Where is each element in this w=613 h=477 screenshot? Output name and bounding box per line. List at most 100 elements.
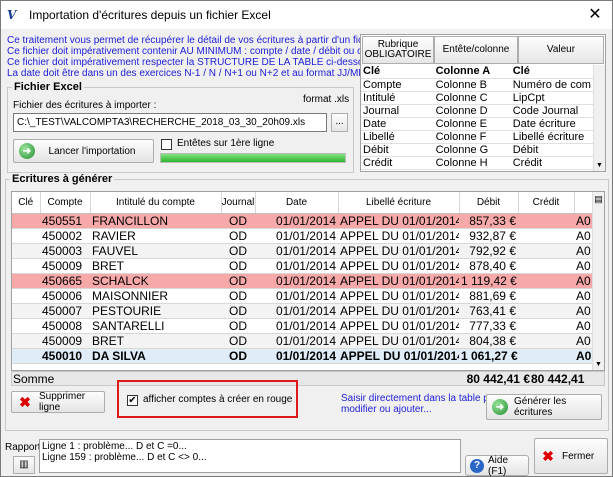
grid-cell-debit[interactable]: 763,41 € <box>459 303 518 319</box>
grid-cell-extra[interactable]: A0 <box>574 288 594 304</box>
table-row[interactable]: 450006 MAISONNIER OD 01/01/2014 APPEL DU 01/… <box>12 288 594 304</box>
grid-cell-intitule[interactable]: PESTOURIE <box>90 303 221 319</box>
show-red-accounts-checkbox[interactable]: ✔ <box>127 395 138 406</box>
grid-cell-cle[interactable] <box>12 333 40 349</box>
table-row[interactable]: 450007 PESTOURIE OD 01/01/2014 APPEL DU 01/0… <box>12 303 594 319</box>
grid-cell-libelle[interactable]: APPEL DU 01/01/2014 - F <box>338 333 459 349</box>
table-row[interactable]: 450551 FRANCILLON OD 01/01/2014 APPEL DU 01/… <box>12 213 594 229</box>
table-row[interactable]: 450009 BRET OD 01/01/2014 APPEL DU 01/01/201… <box>12 333 594 349</box>
grid-cell-extra[interactable]: A0 <box>574 273 594 289</box>
grid-column-header[interactable]: Journal <box>221 192 256 214</box>
grid-cell-extra[interactable]: A0 <box>574 213 594 229</box>
generate-entries-button[interactable]: ➜ Générer les écritures <box>486 394 602 420</box>
structure-row[interactable]: Crédit Colonne H Crédit <box>361 156 593 170</box>
grid-column-header[interactable]: Libellé écriture <box>338 192 460 214</box>
grid-cell-intitule[interactable]: MAISONNIER <box>90 288 221 304</box>
file-path-input[interactable]: C:\_TEST\VALCOMPTA3\RECHERCHE_2018_03_30… <box>13 113 327 132</box>
structure-row[interactable]: Compte Colonne B Numéro de com <box>361 78 593 92</box>
grid-cell-credit[interactable] <box>518 348 574 364</box>
delete-line-button[interactable]: ✖ Supprimer ligne <box>11 391 105 413</box>
grid-cell-libelle[interactable]: APPEL DU 01/01/2014 <box>338 348 459 364</box>
structure-scrollbar[interactable]: ▼ <box>593 65 605 171</box>
header-row-checkbox[interactable] <box>161 139 172 150</box>
grid-cell-date[interactable]: 01/01/2014 <box>255 213 338 229</box>
grid-cell-libelle[interactable]: APPEL DU 01/01/2014 - S <box>338 318 459 334</box>
grid-cell-extra[interactable]: A0 <box>574 318 594 334</box>
grid-cell-compte[interactable]: 450006 <box>40 288 90 304</box>
grid-cell-libelle[interactable]: APPEL DU 01/01/2014 - L <box>338 258 459 274</box>
close-window-icon[interactable]: ✕ <box>578 1 612 29</box>
header-entete-colonne[interactable]: Entête/colonne <box>434 36 518 64</box>
structure-row[interactable]: Intitulé Colonne C LipCpt <box>361 91 593 105</box>
grid-cell-intitule[interactable]: RAVIER <box>90 228 221 244</box>
grid-cell-cle[interactable] <box>12 213 40 229</box>
grid-cell-intitule[interactable]: FAUVEL <box>90 243 221 259</box>
grid-cell-debit[interactable]: 792,92 € <box>459 243 518 259</box>
grid-cell-journal[interactable]: OD <box>221 243 255 259</box>
grid-cell-cle[interactable] <box>12 348 40 364</box>
table-row[interactable]: 450665 SCHALCK OD 01/01/2014 APPEL DU 01/01/… <box>12 273 594 289</box>
header-rubrique[interactable]: Rubrique OBLIGATOIRE <box>362 36 434 64</box>
grid-cell-cle[interactable] <box>12 243 40 259</box>
grid-cell-journal[interactable]: OD <box>221 348 255 364</box>
grid-cell-libelle[interactable]: APPEL DU 01/01/2014 - F <box>338 303 459 319</box>
grid-scrollbar[interactable]: ▤ ▼ <box>592 192 604 370</box>
help-button[interactable]: ? Aide (F1) <box>465 455 529 477</box>
structure-table[interactable]: Rubrique OBLIGATOIRE Entête/colonne Vale… <box>360 34 606 172</box>
grid-cell-intitule[interactable]: SANTARELLI <box>90 318 221 334</box>
grid-cell-date[interactable]: 01/01/2014 <box>255 318 338 334</box>
grid-cell-extra[interactable]: A0 <box>574 303 594 319</box>
grid-cell-credit[interactable] <box>518 228 574 244</box>
grid-cell-cle[interactable] <box>12 318 40 334</box>
grid-cell-journal[interactable]: OD <box>221 333 255 349</box>
grid-cell-date[interactable]: 01/01/2014 <box>255 333 338 349</box>
grid-cell-libelle[interactable]: APPEL DU 01/01/2014 - F <box>338 243 459 259</box>
grid-cell-date[interactable]: 01/01/2014 <box>255 258 338 274</box>
grid-cell-date[interactable]: 01/01/2014 <box>255 243 338 259</box>
launch-import-button[interactable]: ➜ Lancer l'importation <box>13 139 154 163</box>
grid-cell-compte[interactable]: 450010 <box>40 348 90 364</box>
grid-cell-intitule[interactable]: DA SILVA <box>90 348 221 364</box>
grid-cell-journal[interactable]: OD <box>221 273 255 289</box>
header-valeur[interactable]: Valeur <box>518 36 604 64</box>
grid-cell-cle[interactable] <box>12 288 40 304</box>
rapport-textarea[interactable]: Ligne 1 : problème... D et C =0... Ligne… <box>39 439 461 473</box>
grid-cell-debit[interactable]: 878,40 € <box>459 258 518 274</box>
grid-cell-libelle[interactable]: APPEL DU 01/01/2014 - M <box>338 288 459 304</box>
grid-cell-debit[interactable]: 932,87 € <box>459 228 518 244</box>
structure-row[interactable]: Journal Colonne D Code Journal <box>361 104 593 118</box>
grid-cell-date[interactable]: 01/01/2014 <box>255 228 338 244</box>
close-button[interactable]: ✖ Fermer <box>534 438 608 474</box>
ecritures-grid[interactable]: Clé Compte Intitulé du compte Journal Date Li… <box>11 191 605 371</box>
grid-scroll-down-icon[interactable]: ▼ <box>595 361 602 368</box>
grid-cell-intitule[interactable]: FRANCILLON <box>90 213 221 229</box>
grid-cell-compte[interactable]: 450009 <box>40 258 90 274</box>
grid-cell-credit[interactable] <box>518 333 574 349</box>
grid-column-header[interactable]: Date <box>255 192 339 214</box>
table-row[interactable]: 450009 BRET OD 01/01/2014 APPEL DU 01/01/201… <box>12 258 594 274</box>
table-row[interactable]: 450010 DA SILVA OD 01/01/2014 APPEL DU 01/01… <box>12 348 594 364</box>
grid-cell-date[interactable]: 01/01/2014 <box>255 348 338 364</box>
grid-cell-debit[interactable]: 881,69 € <box>459 288 518 304</box>
grid-cell-date[interactable]: 01/01/2014 <box>255 288 338 304</box>
grid-cell-extra[interactable]: A0 <box>574 228 594 244</box>
grid-cell-credit[interactable] <box>518 258 574 274</box>
scroll-down-arrow-icon[interactable]: ▼ <box>596 162 603 169</box>
grid-cell-debit[interactable]: 804,38 € <box>459 333 518 349</box>
grid-cell-extra[interactable]: A0 <box>574 333 594 349</box>
grid-cell-extra[interactable]: A0 <box>574 258 594 274</box>
grid-cell-journal[interactable]: OD <box>221 258 255 274</box>
grid-cell-intitule[interactable]: BRET <box>90 258 221 274</box>
grid-column-header[interactable]: Clé <box>12 192 41 214</box>
grid-column-header[interactable]: Débit <box>459 192 519 214</box>
table-row[interactable]: 450003 FAUVEL OD 01/01/2014 APPEL DU 01/01/2… <box>12 243 594 259</box>
grid-cell-credit[interactable] <box>518 288 574 304</box>
grid-cell-debit[interactable]: 1 119,42 € <box>459 273 518 289</box>
grid-cell-journal[interactable]: OD <box>221 303 255 319</box>
column-picker-icon[interactable]: ▤ <box>593 194 604 210</box>
grid-cell-journal[interactable]: OD <box>221 318 255 334</box>
grid-cell-intitule[interactable]: SCHALCK <box>90 273 221 289</box>
structure-row[interactable]: Débit Colonne G Débit <box>361 143 593 157</box>
grid-cell-compte[interactable]: 450551 <box>40 213 90 229</box>
grid-cell-date[interactable]: 01/01/2014 <box>255 273 338 289</box>
